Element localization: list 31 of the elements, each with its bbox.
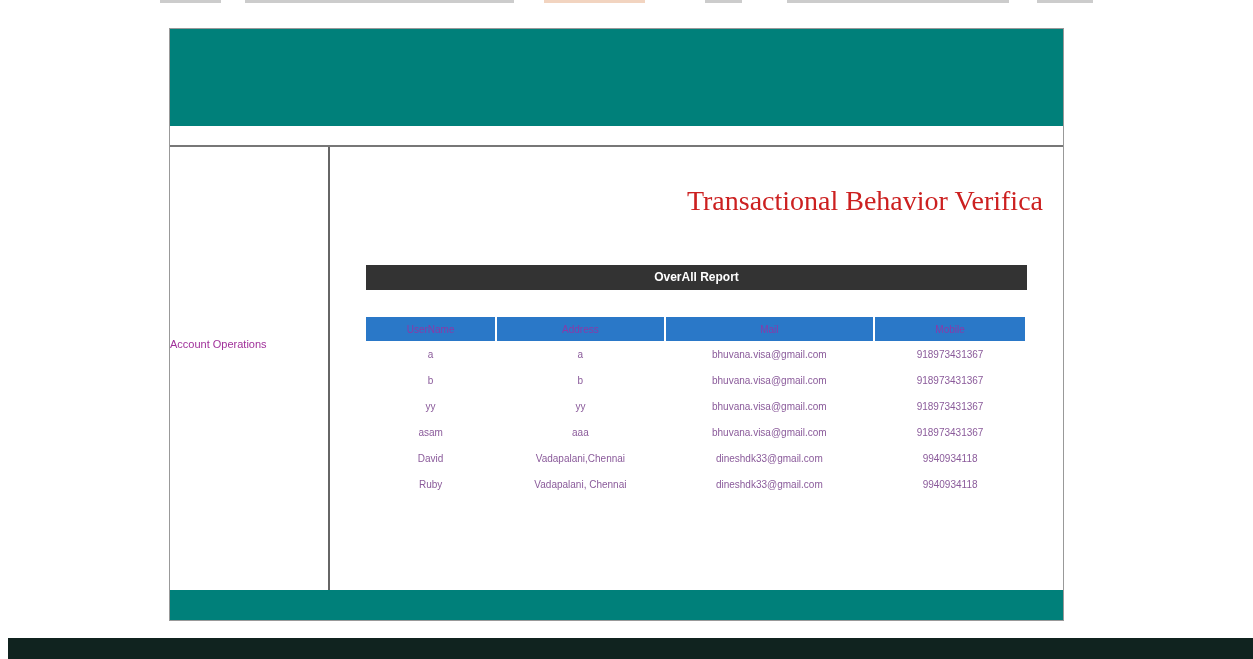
column-header: Mail — [665, 317, 874, 341]
table-cell-text: dineshdk33@gmail.com — [714, 477, 824, 492]
table-cell-text: 918973431367 — [915, 399, 985, 414]
table-cell-text: b — [576, 373, 585, 388]
column-header: Address — [497, 317, 664, 341]
table-cell-text: bhuvana.visa@gmail.com — [711, 373, 828, 388]
table-cell-text: aaa — [571, 425, 590, 440]
table-cell-text: 918973431367 — [915, 425, 985, 440]
table-cell-text: bhuvana.visa@gmail.com — [711, 347, 828, 362]
table-cell-text: Vadapalani,Chennai — [534, 451, 627, 466]
table-cell-text: Vadapalani, Chennai — [533, 477, 628, 492]
table-cell-text: David — [416, 451, 445, 466]
table-cell-text: 9940934118 — [921, 451, 979, 466]
table-cell-text: a — [576, 347, 585, 362]
table-cell-text: Ruby — [417, 477, 444, 492]
report-heading: OverAll Report — [366, 265, 1027, 290]
sidebar-link[interactable]: Account Operations — [170, 337, 328, 350]
table-cell-text: yy — [574, 399, 587, 414]
table-cell-text: 9940934118 — [921, 477, 979, 492]
page-title: Transactional Behavior Verifica — [685, 185, 1043, 217]
table-cell-text: bhuvana.visa@gmail.com — [711, 399, 828, 414]
column-header: Mobile — [875, 317, 1025, 341]
table-cell-text: bhuvana.visa@gmail.com — [711, 425, 828, 440]
column-header: UserName — [366, 317, 496, 341]
table-cell-text: 918973431367 — [915, 373, 985, 388]
table-cell-text: yy — [424, 399, 437, 414]
table-cell-text: 918973431367 — [915, 347, 985, 362]
table-cell-text: dineshdk33@gmail.com — [714, 451, 824, 466]
table-cell-text: asam — [417, 425, 444, 440]
table-cell-text: b — [426, 373, 435, 388]
table-cell-text: a — [426, 347, 435, 362]
